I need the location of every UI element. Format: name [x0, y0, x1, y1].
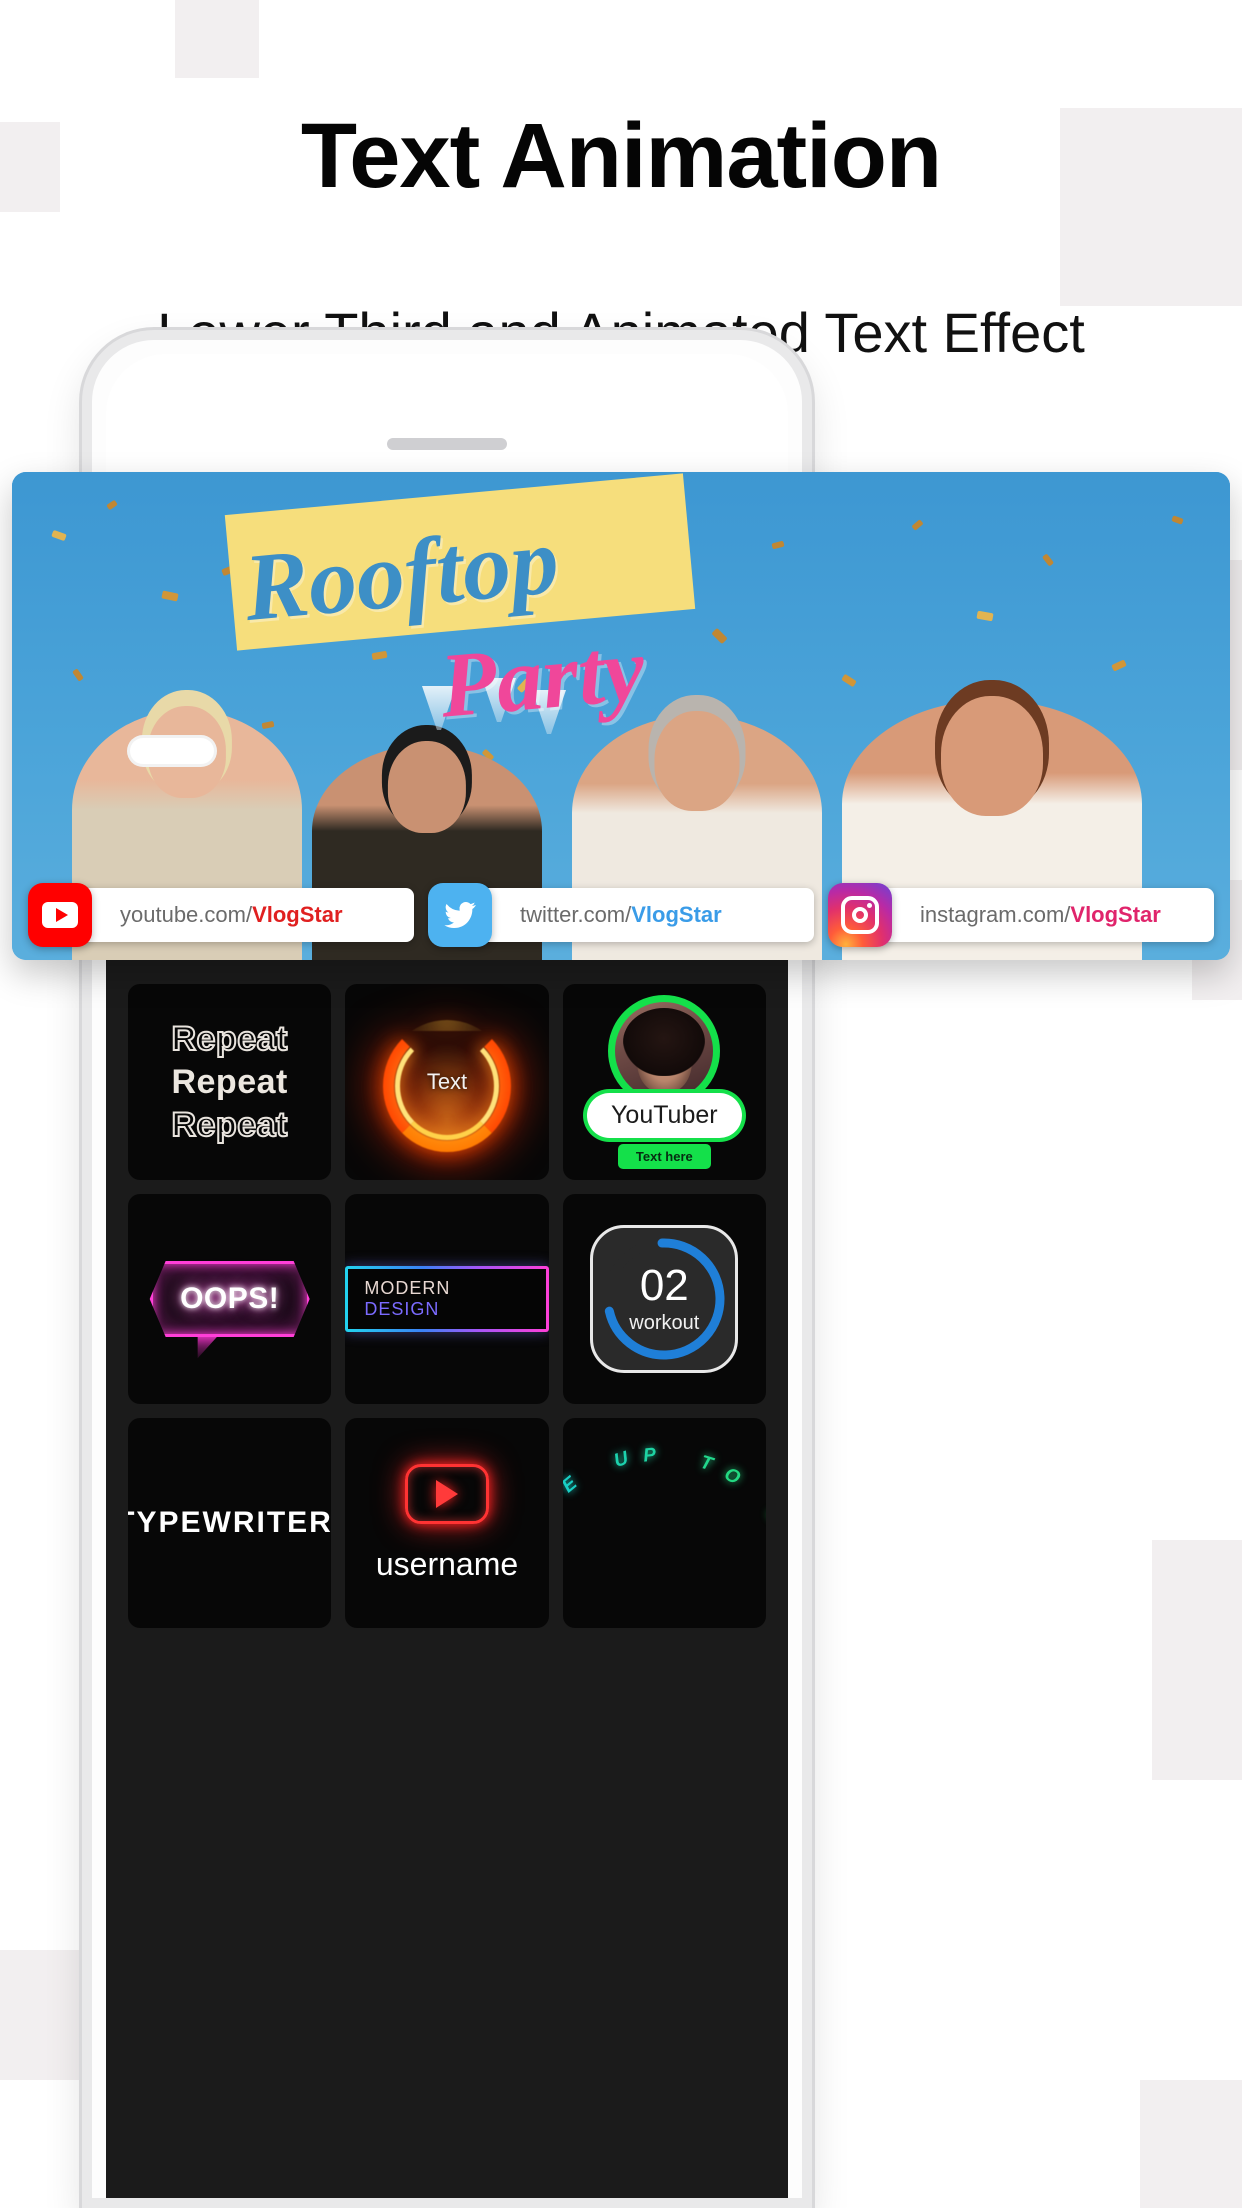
modern-design-label-part1: MODERN	[364, 1278, 451, 1298]
gradient-frame: MODERN DESIGN	[345, 1266, 549, 1332]
social-link-item[interactable]: youtube.com/VlogStar	[28, 883, 414, 947]
workout-card: 02 workout	[590, 1225, 739, 1373]
swipe-arc-char: T	[697, 1451, 716, 1476]
instagram-icon	[828, 883, 892, 947]
youtuber-name: YouTuber	[587, 1093, 742, 1138]
repeat-line-3: Repeat	[170, 1105, 288, 1145]
page-title: Text Animation	[300, 105, 942, 207]
template-tile-typewriter[interactable]: TYPEWRITER.	[128, 1418, 332, 1628]
social-link-item[interactable]: instagram.com/VlogStar	[828, 883, 1214, 947]
youtube-play-icon	[404, 1463, 489, 1524]
fire-text-label: Text	[426, 1069, 468, 1094]
workout-label: workout	[629, 1311, 700, 1334]
phone-speaker-grille	[387, 438, 507, 450]
swipe-arc-char: E	[562, 1472, 582, 1498]
social-url-prefix: youtube.com/	[120, 902, 253, 927]
social-url-plate: instagram.com/VlogStar	[858, 888, 1214, 942]
youtuber-lower-third: YouTuber Text here	[563, 984, 766, 1180]
modern-design-inner: MODERN DESIGN	[348, 1269, 546, 1329]
neon-speech-bubble: OOPS!	[149, 1261, 310, 1337]
swipe-arc-char	[747, 1481, 765, 1501]
username-lower-third: username	[375, 1463, 519, 1583]
template-tile-youtuber[interactable]: YouTuber Text here	[562, 984, 766, 1180]
swipe-arc-char: O	[720, 1463, 744, 1490]
twitter-icon	[428, 883, 492, 947]
decorative-square	[1140, 2080, 1242, 2208]
youtuber-badge: Text here	[617, 1144, 711, 1169]
social-url-plate: twitter.com/VlogStar	[458, 888, 814, 942]
play-triangle-icon	[435, 1479, 458, 1508]
repeat-line-1: Repeat	[170, 1019, 288, 1059]
swipe-arc-char: S	[762, 1502, 766, 1526]
username-label: username	[375, 1545, 519, 1582]
template-tile-repeat[interactable]: Repeat Repeat Repeat	[128, 984, 332, 1180]
template-grid: Repeat Repeat Repeat Text YouTuber Text …	[128, 984, 766, 1628]
swipe-arc-text: SWIPE UP TO SHOP	[563, 1444, 766, 1598]
social-link-item[interactable]: twitter.com/VlogStar	[428, 883, 814, 947]
swipe-arc-char: P	[642, 1444, 658, 1467]
template-tile-username[interactable]: username	[345, 1418, 549, 1628]
video-preview-card[interactable]: Rooftop Party youtube.com/VlogStar twitte…	[12, 472, 1230, 960]
social-links-bar: youtube.com/VlogStar twitter.com/VlogStar…	[28, 883, 1214, 947]
social-url-prefix: twitter.com/	[520, 902, 632, 927]
social-handle: VlogStar	[252, 902, 343, 927]
typewriter-label: TYPEWRITER.	[128, 1506, 332, 1539]
avatar	[608, 995, 721, 1107]
person-head	[941, 696, 1043, 816]
template-tile-workout-ring[interactable]: 02 workout	[562, 1194, 766, 1404]
person-head	[654, 711, 740, 811]
decorative-square	[0, 1950, 90, 2080]
swipe-arc-char	[675, 1446, 682, 1468]
repeat-stack: Repeat Repeat Repeat	[170, 1019, 288, 1145]
social-url-prefix: instagram.com/	[920, 902, 1071, 927]
swipe-arc-char: U	[611, 1447, 632, 1472]
promo-page: Text Animation Lower Third and Animated …	[0, 0, 1242, 2208]
decorative-square	[175, 0, 259, 78]
repeat-line-2: Repeat	[171, 1062, 288, 1101]
social-handle: VlogStar	[1070, 902, 1161, 927]
template-tile-fire-text[interactable]: Text	[345, 984, 549, 1180]
social-url-plate: youtube.com/VlogStar	[58, 888, 414, 942]
swipe-arc-char	[588, 1461, 603, 1483]
youtube-icon	[28, 883, 92, 947]
template-tile-oops-neon[interactable]: OOPS!	[128, 1194, 332, 1404]
social-handle: VlogStar	[631, 902, 722, 927]
person-head	[387, 741, 467, 833]
template-tile-swipe-arc[interactable]: SWIPE UP TO SHOP	[562, 1418, 766, 1628]
sunglasses	[130, 738, 214, 764]
template-tile-modern-design[interactable]: MODERN DESIGN	[345, 1194, 549, 1404]
oops-label: OOPS!	[180, 1282, 280, 1315]
video-title-line2: Party	[435, 617, 649, 737]
decorative-square	[1152, 1540, 1242, 1780]
modern-design-label-part2: DESIGN	[364, 1299, 440, 1319]
workout-number: 02	[639, 1260, 689, 1310]
